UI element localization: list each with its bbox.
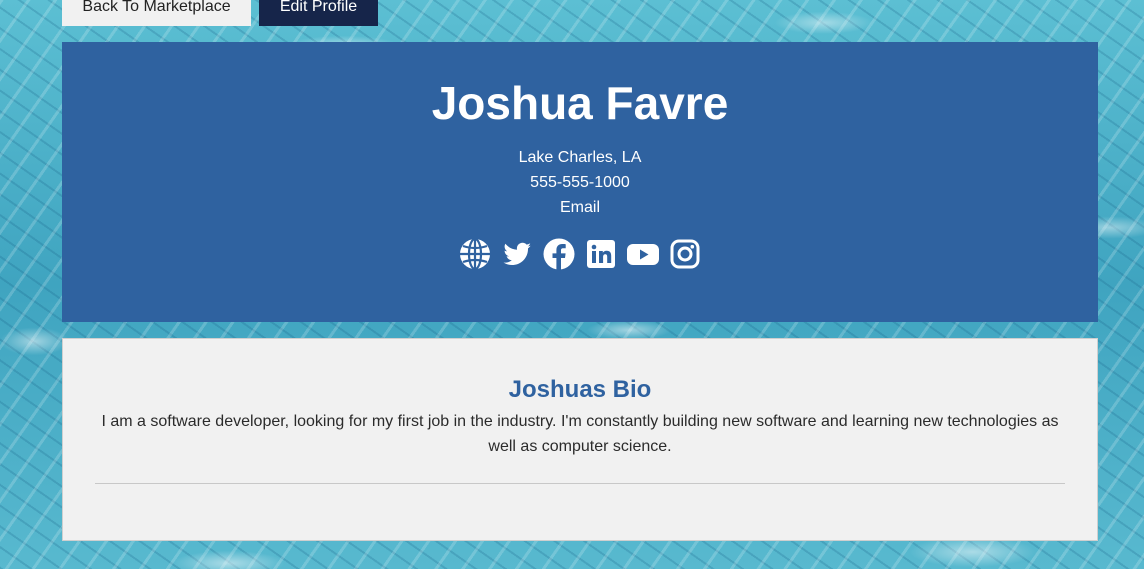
bio-title: Joshuas Bio (508, 376, 652, 403)
linkedin-icon[interactable] (584, 237, 618, 271)
twitter-icon[interactable] (500, 237, 534, 271)
back-to-marketplace-button[interactable]: Back To Marketplace (62, 0, 251, 26)
globe-icon[interactable] (458, 237, 492, 271)
instagram-icon[interactable] (668, 237, 702, 271)
social-links (62, 237, 1098, 271)
profile-name: Joshua Favre (431, 77, 729, 129)
bio-text: I am a software developer, looking for m… (101, 413, 1059, 455)
profile-email-link[interactable]: Email (62, 198, 1098, 218)
youtube-icon[interactable] (626, 237, 660, 271)
profile-location: Lake Charles, LA (518, 149, 642, 166)
bio-card: Joshuas Bio I am a software developer, l… (62, 338, 1098, 541)
profile-header-card: Joshua Favre Lake Charles, LA 555-555-10… (62, 42, 1098, 322)
profile-phone: 555-555-1000 (530, 174, 630, 191)
bio-divider (95, 483, 1065, 484)
facebook-icon[interactable] (542, 237, 576, 271)
edit-profile-button[interactable]: Edit Profile (259, 0, 378, 26)
